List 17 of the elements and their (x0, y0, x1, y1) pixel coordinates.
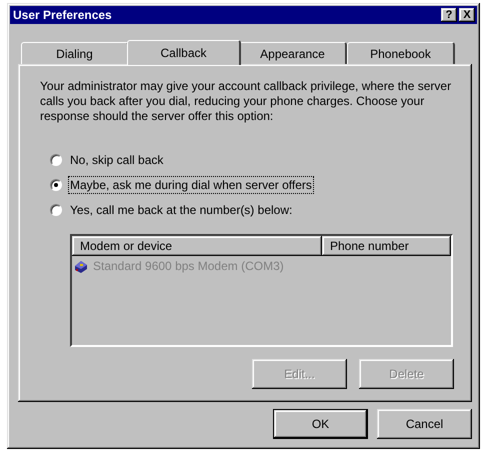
close-button[interactable]: X (459, 8, 475, 22)
tab[interactable]: Appearance (239, 42, 347, 64)
dialog-button[interactable]: OK (273, 409, 368, 439)
radio-label[interactable]: No, skip call back (68, 151, 166, 169)
modem-icon (73, 258, 89, 274)
help-button[interactable]: ? (441, 8, 457, 22)
window-title: User Preferences (13, 8, 113, 22)
tab[interactable]: Phonebook (347, 42, 455, 64)
dialog-button[interactable]: Cancel (377, 409, 472, 439)
radio-button[interactable] (50, 204, 62, 216)
radio-button[interactable] (50, 154, 62, 166)
radio-label[interactable]: Yes, call me back at the number(s) below: (68, 201, 294, 219)
radio-label[interactable]: Maybe, ask me during dial when server offers (68, 176, 314, 194)
radio-button[interactable] (50, 179, 62, 191)
description-text: Your administrator may give your account callback privilege, where the server calls you back after you dial, reducing your phone charges. Choose your response should the server offer this option: (40, 79, 452, 124)
tab[interactable]: Callback (127, 40, 241, 65)
tab[interactable]: Dialing (21, 42, 129, 64)
